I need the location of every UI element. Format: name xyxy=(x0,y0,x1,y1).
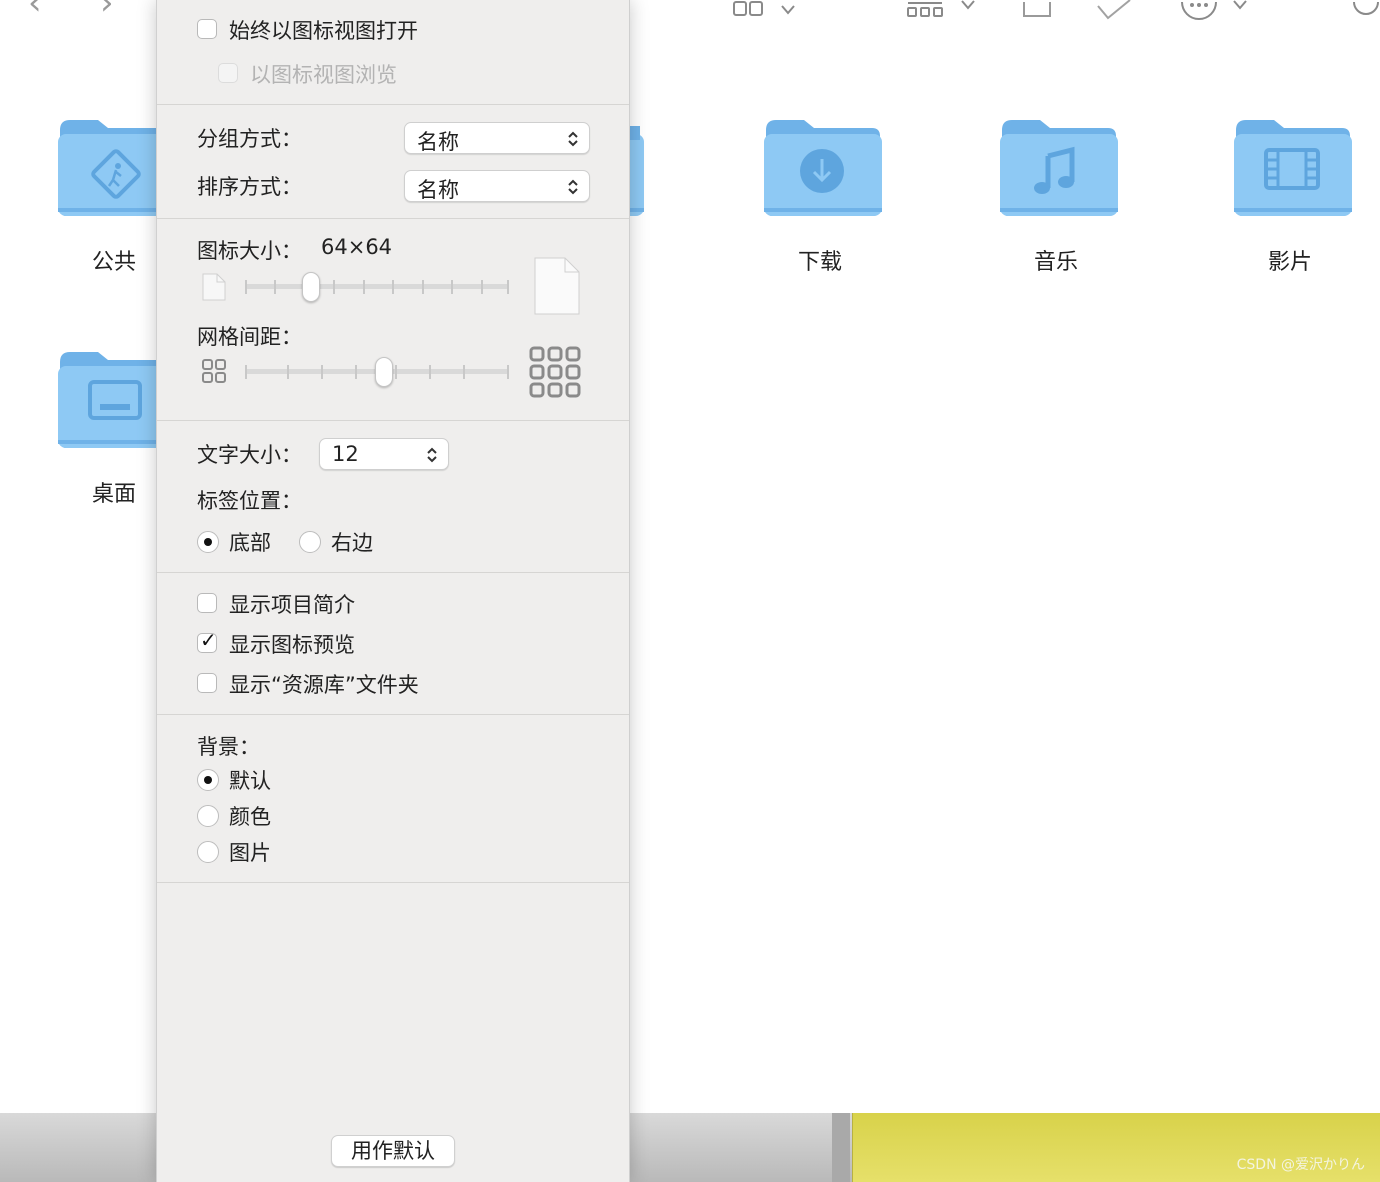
icon-size-label: 图标大小： xyxy=(197,239,302,263)
folder-icon xyxy=(1234,120,1352,216)
updown-chevron-icon xyxy=(568,131,578,147)
divider xyxy=(157,104,629,105)
show-item-info-label: 显示项目简介 xyxy=(229,593,355,617)
updown-chevron-icon xyxy=(568,179,578,195)
large-file-icon xyxy=(534,257,580,315)
show-item-info-checkbox[interactable] xyxy=(197,593,217,613)
group-by-value: 名称 xyxy=(417,130,459,154)
text-size-label: 文字大小： xyxy=(197,443,302,467)
folder-label-downloads: 下载 xyxy=(797,250,842,275)
download-arrow-icon xyxy=(800,149,844,193)
updown-chevron-icon xyxy=(427,447,437,463)
background-picture-label: 图片 xyxy=(229,841,271,865)
label-position-label: 标签位置： xyxy=(197,489,302,513)
folder-label-music: 音乐 xyxy=(1033,250,1078,275)
folder-label-movies: 影片 xyxy=(1267,250,1312,275)
use-as-default-button[interactable]: 用作默认 xyxy=(331,1135,455,1167)
show-library-folder-checkbox[interactable] xyxy=(197,673,217,693)
show-icon-preview-checkbox[interactable]: ✓ xyxy=(197,628,217,653)
back-arrow-icon[interactable]: ‹ xyxy=(28,0,42,20)
icon-size-value: 64×64 xyxy=(321,235,393,259)
divider xyxy=(157,714,629,715)
browse-icon-view-label: 以图标视图浏览 xyxy=(250,63,397,87)
folder-icon xyxy=(764,120,882,216)
label-position-bottom-label: 底部 xyxy=(229,531,271,555)
group-by-popup[interactable]: 名称 xyxy=(404,122,590,154)
watermark-text: CSDN @爱沢かりん xyxy=(1236,1157,1365,1173)
folder-movies[interactable] xyxy=(1232,116,1352,216)
grid-spacing-slider[interactable] xyxy=(245,357,509,387)
grid-spacing-label: 网格间距： xyxy=(197,325,302,349)
show-library-folder-label: 显示“资源库”文件夹 xyxy=(229,673,419,697)
always-open-icon-view-label: 始终以图标视图打开 xyxy=(229,19,418,43)
window-divider xyxy=(832,1113,850,1182)
wide-grid-icon xyxy=(529,346,581,398)
divider xyxy=(157,218,629,219)
forward-arrow-icon[interactable]: › xyxy=(100,0,114,20)
folder-icon xyxy=(1000,120,1118,216)
label-position-right-radio[interactable] xyxy=(299,531,321,553)
text-size-value: 12 xyxy=(332,442,359,466)
show-icon-preview-label: 显示图标预览 xyxy=(229,633,355,657)
background-default-label: 默认 xyxy=(229,769,271,793)
group-view-icon[interactable] xyxy=(906,0,982,20)
label-position-bottom-radio[interactable] xyxy=(197,531,219,553)
folder-downloads[interactable] xyxy=(762,116,882,216)
checkmark-icon: ✓ xyxy=(200,628,217,652)
more-actions-icon[interactable] xyxy=(1180,0,1252,22)
icon-size-slider[interactable] xyxy=(245,272,509,302)
background-label: 背景： xyxy=(197,735,260,759)
share-icon[interactable] xyxy=(1020,0,1054,20)
view-options-panel: 始终以图标视图打开 以图标视图浏览 分组方式： 名称 排序方式： 名称 图标大小… xyxy=(156,0,630,1182)
always-open-icon-view-checkbox[interactable] xyxy=(197,19,217,39)
sort-by-label: 排序方式： xyxy=(197,175,302,199)
sort-by-popup[interactable]: 名称 xyxy=(404,170,590,202)
tag-icon[interactable] xyxy=(1094,0,1136,22)
folder-music[interactable] xyxy=(998,116,1118,216)
small-file-icon xyxy=(202,273,226,301)
label-position-right-label: 右边 xyxy=(331,531,373,555)
search-icon[interactable] xyxy=(1350,0,1380,20)
sort-by-value: 名称 xyxy=(417,178,459,202)
background-picture-radio[interactable] xyxy=(197,841,219,863)
slider-knob[interactable] xyxy=(301,272,320,302)
icon-view-icon[interactable] xyxy=(732,0,802,20)
background-color-radio[interactable] xyxy=(197,805,219,827)
divider xyxy=(157,420,629,421)
slider-knob[interactable] xyxy=(375,357,394,387)
tight-grid-icon xyxy=(202,359,226,383)
group-by-label: 分组方式： xyxy=(197,127,302,151)
text-size-popup[interactable]: 12 xyxy=(319,438,449,470)
divider xyxy=(157,882,629,883)
background-default-radio[interactable] xyxy=(197,769,219,791)
browse-icon-view-checkbox xyxy=(218,63,238,83)
background-color-label: 颜色 xyxy=(229,805,271,829)
divider xyxy=(157,572,629,573)
slider-track xyxy=(245,284,509,289)
background-yellow-window[interactable]: CSDN @爱沢かりん xyxy=(852,1113,1380,1182)
